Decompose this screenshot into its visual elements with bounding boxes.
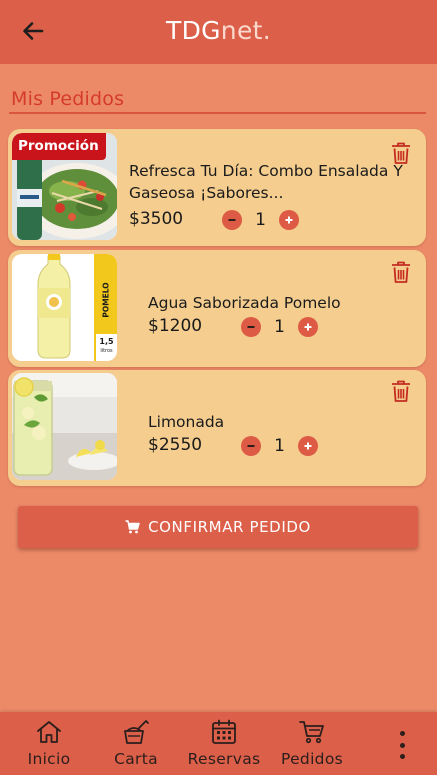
home-icon [37, 721, 61, 743]
brand-name: TDG [166, 16, 221, 45]
brand-suffix: net. [220, 16, 271, 45]
product-name-line: Gaseosa ¡Sabores... [129, 184, 284, 202]
plus-icon [304, 323, 312, 331]
quantity-stepper: 1 [241, 436, 318, 456]
app-header: TDGnet. [0, 0, 437, 64]
pomelo-flavored-water-bottle-photo[interactable]: POMELO 1,5 litros [12, 254, 117, 361]
nav-label: Carta [114, 750, 158, 768]
quantity-value: 1 [274, 436, 285, 456]
cart-icon [299, 721, 324, 744]
quantity-stepper: 1 [241, 317, 318, 337]
dot [399, 754, 405, 759]
order-item: POMELO 1,5 litros Agua Saborizada Pomelo… [8, 250, 426, 367]
dot [399, 742, 405, 748]
confirm-order-label: CONFIRMAR PEDIDO [148, 518, 311, 536]
cart-icon [125, 520, 140, 534]
delete-item-button[interactable] [390, 379, 412, 403]
order-item: Promoción Refresca Tu Día: Combo Ensalad… [8, 129, 426, 246]
minus-icon [228, 219, 236, 221]
product-name: Limonada [148, 413, 225, 431]
bottom-navigation: Inicio Carta Reservas Pedidos [0, 712, 437, 775]
title-divider [9, 112, 426, 114]
decrease-quantity-button[interactable] [222, 210, 242, 230]
nav-label: Pedidos [281, 750, 343, 768]
nav-label: Reservas [187, 750, 261, 768]
quantity-stepper: 1 [222, 210, 299, 230]
bottle-unit-text: litros [100, 348, 113, 354]
product-price: $1200 [148, 316, 203, 336]
increase-quantity-button[interactable] [279, 210, 299, 230]
brand-logo[interactable]: TDGnet. [0, 16, 437, 45]
page-title: Mis Pedidos [11, 88, 125, 110]
product-name-line: Refresca Tu Día: Combo Ensalada Y [129, 162, 403, 180]
delete-item-button[interactable] [390, 141, 412, 165]
lemonade-jar-photo[interactable] [12, 373, 117, 480]
bottle-label-text: POMELO [101, 282, 110, 318]
promo-badge: Promoción [12, 133, 106, 160]
salad-and-soda-photo[interactable]: Promoción [12, 133, 117, 240]
increase-quantity-button[interactable] [298, 436, 318, 456]
nav-item-carta[interactable]: Carta [96, 718, 176, 768]
product-price: $3500 [129, 209, 184, 229]
nav-item-pedidos[interactable]: Pedidos [272, 718, 352, 768]
product-name: Agua Saborizada Pomelo [148, 294, 341, 312]
quantity-value: 1 [274, 317, 285, 337]
increase-quantity-button[interactable] [298, 317, 318, 337]
confirm-order-button[interactable]: CONFIRMAR PEDIDO [18, 506, 418, 548]
product-name: Refresca Tu Día: Combo Ensalada Y Gaseos… [129, 160, 424, 204]
calendar-icon [212, 719, 236, 744]
dot [399, 731, 405, 736]
minus-icon [247, 445, 255, 447]
delete-item-button[interactable] [390, 260, 412, 284]
bottle-size-text: 1,5 [99, 337, 114, 346]
product-price: $2550 [148, 435, 203, 455]
nav-item-reservas[interactable]: Reservas [184, 718, 264, 768]
order-item: Limonada $2550 1 [8, 370, 426, 486]
more-vertical-icon[interactable] [397, 731, 407, 759]
nav-label: Inicio [27, 750, 71, 768]
decrease-quantity-button[interactable] [241, 317, 261, 337]
quantity-value: 1 [255, 210, 266, 230]
menu-food-icon [124, 719, 149, 744]
nav-item-inicio[interactable]: Inicio [9, 718, 89, 768]
plus-icon [304, 442, 312, 450]
decrease-quantity-button[interactable] [241, 436, 261, 456]
plus-icon [285, 216, 293, 224]
minus-icon [247, 326, 255, 328]
